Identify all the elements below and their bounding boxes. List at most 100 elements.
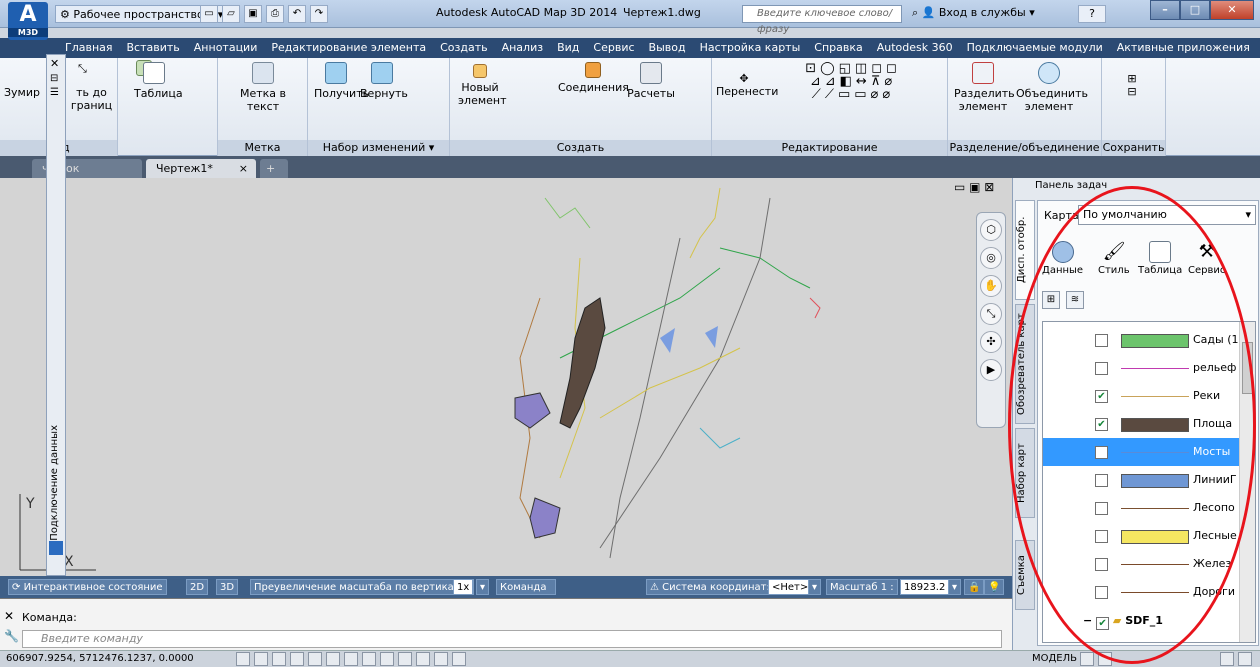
coord-system-dropdown-icon[interactable]: ▾ <box>808 579 822 595</box>
layer-row[interactable]: ЛинииГ <box>1043 466 1239 494</box>
scale-dropdown-icon[interactable]: ▾ <box>948 579 962 595</box>
print-icon[interactable]: ⎙ <box>266 5 284 23</box>
label-to-text-button[interactable]: Метка в текст <box>238 62 288 113</box>
close-tab-icon[interactable]: × <box>239 159 248 178</box>
exaggeration-dropdown-icon[interactable]: ▾ <box>476 579 490 595</box>
get-button[interactable]: Получить <box>314 62 369 100</box>
tab-insert[interactable]: Вставить <box>120 38 187 58</box>
layer-row[interactable]: Лесопо <box>1043 494 1239 522</box>
autocad-mini-icon[interactable] <box>49 541 63 555</box>
table-button[interactable]: Таблица <box>134 62 183 100</box>
viewport-controls[interactable]: ▭ ▣ ⊠ <box>954 180 1014 200</box>
tab-view[interactable]: Вид <box>550 38 586 58</box>
redo-icon[interactable]: ↷ <box>310 5 328 23</box>
zoom-extents-button[interactable]: ть до границ <box>66 86 117 112</box>
scale-value[interactable]: 18923.2 <box>900 579 950 595</box>
pin-icon[interactable]: ⊟ <box>50 73 58 84</box>
3d-osnap-icon[interactable] <box>326 652 340 666</box>
move-button[interactable]: ✥ Перенести <box>716 72 778 98</box>
menu-icon[interactable]: ☰ <box>50 87 59 98</box>
orbit-icon[interactable]: ✣ <box>980 331 1002 353</box>
help-icon[interactable]: ? <box>1078 5 1106 23</box>
doc-tab-active[interactable]: Чертеж1* × <box>146 159 256 178</box>
command-field[interactable]: Команда <box>496 579 556 595</box>
layer-row[interactable]: рельеф <box>1043 354 1239 382</box>
close-icon[interactable]: ✕ <box>4 609 14 623</box>
ortho-icon[interactable] <box>272 652 286 666</box>
style-button[interactable]: 🖌 Стиль <box>1098 241 1130 276</box>
layer-visibility-checkbox[interactable]: ✔ <box>1095 390 1108 403</box>
tab-map-setup[interactable]: Настройка карты <box>693 38 808 58</box>
layer-row[interactable]: ✔ Реки <box>1043 382 1239 410</box>
calculations-button[interactable]: Расчеты <box>626 62 676 100</box>
collapse-icon[interactable]: − <box>1083 614 1092 627</box>
tab-map-book[interactable]: Набор карт <box>1015 428 1035 518</box>
connections-button[interactable]: Соединения <box>558 62 629 94</box>
layer-row-selected[interactable]: Мосты <box>1043 438 1239 466</box>
ducs-icon[interactable] <box>362 652 376 666</box>
open-file-icon[interactable]: ▱ <box>222 5 240 23</box>
annotation-monitor-icon[interactable] <box>452 652 466 666</box>
layer-row[interactable]: Дороги <box>1043 578 1239 606</box>
layer-row[interactable]: ✔ Площа <box>1043 410 1239 438</box>
scrollbar-thumb[interactable] <box>1242 342 1253 394</box>
group-layer-icon[interactable]: ≋ <box>1066 291 1084 309</box>
tab-create[interactable]: Создать <box>433 38 495 58</box>
layer-row[interactable]: Лесные <box>1043 522 1239 550</box>
snap-icon[interactable] <box>236 652 250 666</box>
zoom-icon[interactable]: ⤡ <box>980 303 1002 325</box>
table-button[interactable]: Таблица <box>1138 241 1182 276</box>
signin-button[interactable]: ⌕ 👤 Вход в службы ▾ <box>912 6 1035 20</box>
layer-visibility-checkbox[interactable]: ✔ <box>1095 418 1108 431</box>
merge-button[interactable]: Объединить элемент <box>1016 62 1088 113</box>
tab-help[interactable]: Справка <box>807 38 869 58</box>
layer-row[interactable]: Желез <box>1043 550 1239 578</box>
layer-list-scrollbar[interactable] <box>1239 322 1255 642</box>
tab-home[interactable]: Главная <box>58 38 120 58</box>
wrench-icon[interactable]: 🔧 <box>4 629 19 643</box>
close-icon[interactable]: ✕ <box>50 57 59 70</box>
layer-group-row[interactable]: − ✔ ▰ SDF_1 <box>1083 614 1163 630</box>
showmotion-icon[interactable]: ▶ <box>980 359 1002 381</box>
layer-visibility-checkbox[interactable] <box>1095 558 1108 571</box>
tab-active-apps[interactable]: Активные приложения <box>1110 38 1257 58</box>
tools-button[interactable]: ⚒ Сервис <box>1188 241 1225 276</box>
add-layer-icon[interactable]: ⊞ <box>1042 291 1060 309</box>
quick-view-icon[interactable] <box>1098 652 1112 666</box>
edit-tools[interactable]: ⊡◯◱◫◻◻ ⊿⊿◧↔⊼⌀ ⟋⟋▭▭⌀⌀ <box>778 62 928 101</box>
tab-edit-feature[interactable]: Редактирование элемента <box>264 38 433 58</box>
transparency-icon[interactable] <box>416 652 430 666</box>
exaggeration-select[interactable]: 1x <box>453 579 474 595</box>
drawing-canvas[interactable]: Y X <box>0 178 1012 576</box>
tab-plugins[interactable]: Подключаемые модули <box>960 38 1110 58</box>
tab-display-manager[interactable]: Дисп. отобр. <box>1015 200 1035 300</box>
return-button[interactable]: Вернуть <box>360 62 408 100</box>
dyn-icon[interactable] <box>380 652 394 666</box>
zoom-icon[interactable]: ⤡ <box>78 62 87 75</box>
search-input[interactable]: Введите ключевое слово/фразу <box>742 5 902 35</box>
zoom-button[interactable]: Зумир <box>4 86 40 99</box>
pan-icon[interactable]: ✋ <box>980 275 1002 297</box>
tab-map-explorer[interactable]: Обозреватель карт <box>1015 304 1035 424</box>
clean-screen-icon[interactable] <box>1238 652 1252 666</box>
interactive-state[interactable]: ⟳ Интерактивное состояние <box>8 579 167 595</box>
maximize-icon[interactable]: □ <box>1180 0 1210 20</box>
layer-visibility-checkbox[interactable] <box>1095 362 1108 375</box>
tab-output[interactable]: Вывод <box>642 38 693 58</box>
layer-visibility-checkbox[interactable] <box>1095 446 1108 459</box>
lineweight-icon[interactable] <box>398 652 412 666</box>
data-button[interactable]: Данные <box>1042 241 1083 276</box>
grid-icon[interactable] <box>254 652 268 666</box>
undo-icon[interactable]: ↶ <box>288 5 306 23</box>
mode-2d-button[interactable]: 2D <box>186 579 209 595</box>
close-icon[interactable]: ✕ <box>1210 0 1254 20</box>
group-visibility-checkbox[interactable]: ✔ <box>1096 617 1110 630</box>
tab-survey[interactable]: Съемка <box>1015 540 1035 610</box>
command-input[interactable]: Введите команду <box>22 630 1002 648</box>
autocad-logo-icon[interactable]: A M3D <box>8 2 48 40</box>
mode-3d-button[interactable]: 3D <box>216 579 239 595</box>
otrack-icon[interactable] <box>344 652 358 666</box>
new-tab-icon[interactable]: + <box>260 159 288 178</box>
lock-icon[interactable]: 🔒 <box>964 579 985 595</box>
polar-icon[interactable] <box>290 652 304 666</box>
